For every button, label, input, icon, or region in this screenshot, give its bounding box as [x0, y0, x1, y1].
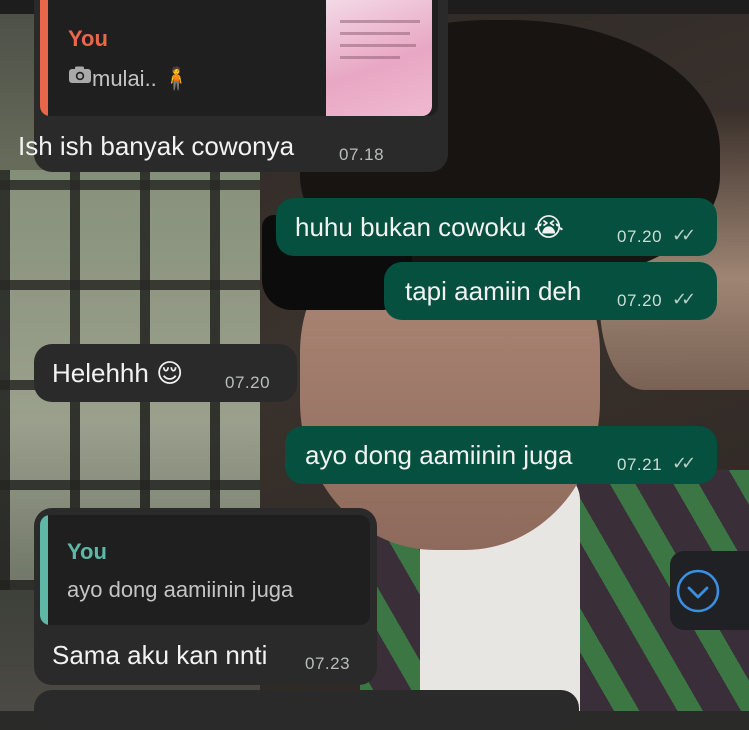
message-time: 07.20 — [617, 227, 663, 246]
incoming-message-reply[interactable]: You ayo dong aamiinin juga Sama aku kan … — [34, 508, 377, 685]
double-check-icon: ✓✓ — [672, 289, 696, 309]
quote-text: ayo dong aamiinin juga — [67, 577, 294, 602]
incoming-message[interactable] — [34, 690, 579, 730]
quote-text: mulai.. 🧍 — [92, 66, 191, 91]
outgoing-message[interactable]: huhu bukan cowoku 😭 07.20 ✓✓ — [276, 198, 717, 256]
message-text: Sama aku kan nnti — [52, 640, 268, 670]
quote-accent-bar — [40, 0, 48, 116]
message-time: 07.20 — [617, 291, 663, 310]
quoted-message[interactable]: You ayo dong aamiinin juga — [40, 515, 370, 625]
camera-icon — [68, 66, 92, 84]
message-time: 07.23 — [305, 654, 351, 673]
outgoing-message[interactable]: tapi aamiin deh 07.20 ✓✓ — [384, 262, 717, 320]
scroll-to-bottom-button[interactable] — [670, 551, 749, 630]
message-time: 07.20 — [225, 373, 271, 392]
message-time: 07.21 — [617, 455, 663, 474]
quote-author: You — [67, 539, 107, 564]
message-time: 07.18 — [339, 145, 385, 164]
message-text: Ish ish banyak cowonya — [18, 131, 295, 161]
message-text: ayo dong aamiinin juga — [305, 440, 573, 470]
incoming-message[interactable]: Helehhh 😌 07.20 — [34, 344, 297, 402]
double-check-icon: ✓✓ — [672, 225, 696, 245]
chevron-down-icon — [674, 569, 720, 613]
outgoing-message[interactable]: ayo dong aamiinin juga 07.21 ✓✓ — [285, 426, 717, 484]
double-check-icon: ✓✓ — [672, 453, 696, 473]
message-text: tapi aamiin deh — [405, 276, 582, 306]
message-text: huhu bukan cowoku 😭 — [295, 212, 564, 242]
quote-accent-bar — [40, 515, 48, 625]
quote-author: You — [68, 26, 108, 51]
message-text: Helehhh 😌 — [52, 358, 184, 388]
quote-thumbnail[interactable] — [326, 0, 432, 116]
